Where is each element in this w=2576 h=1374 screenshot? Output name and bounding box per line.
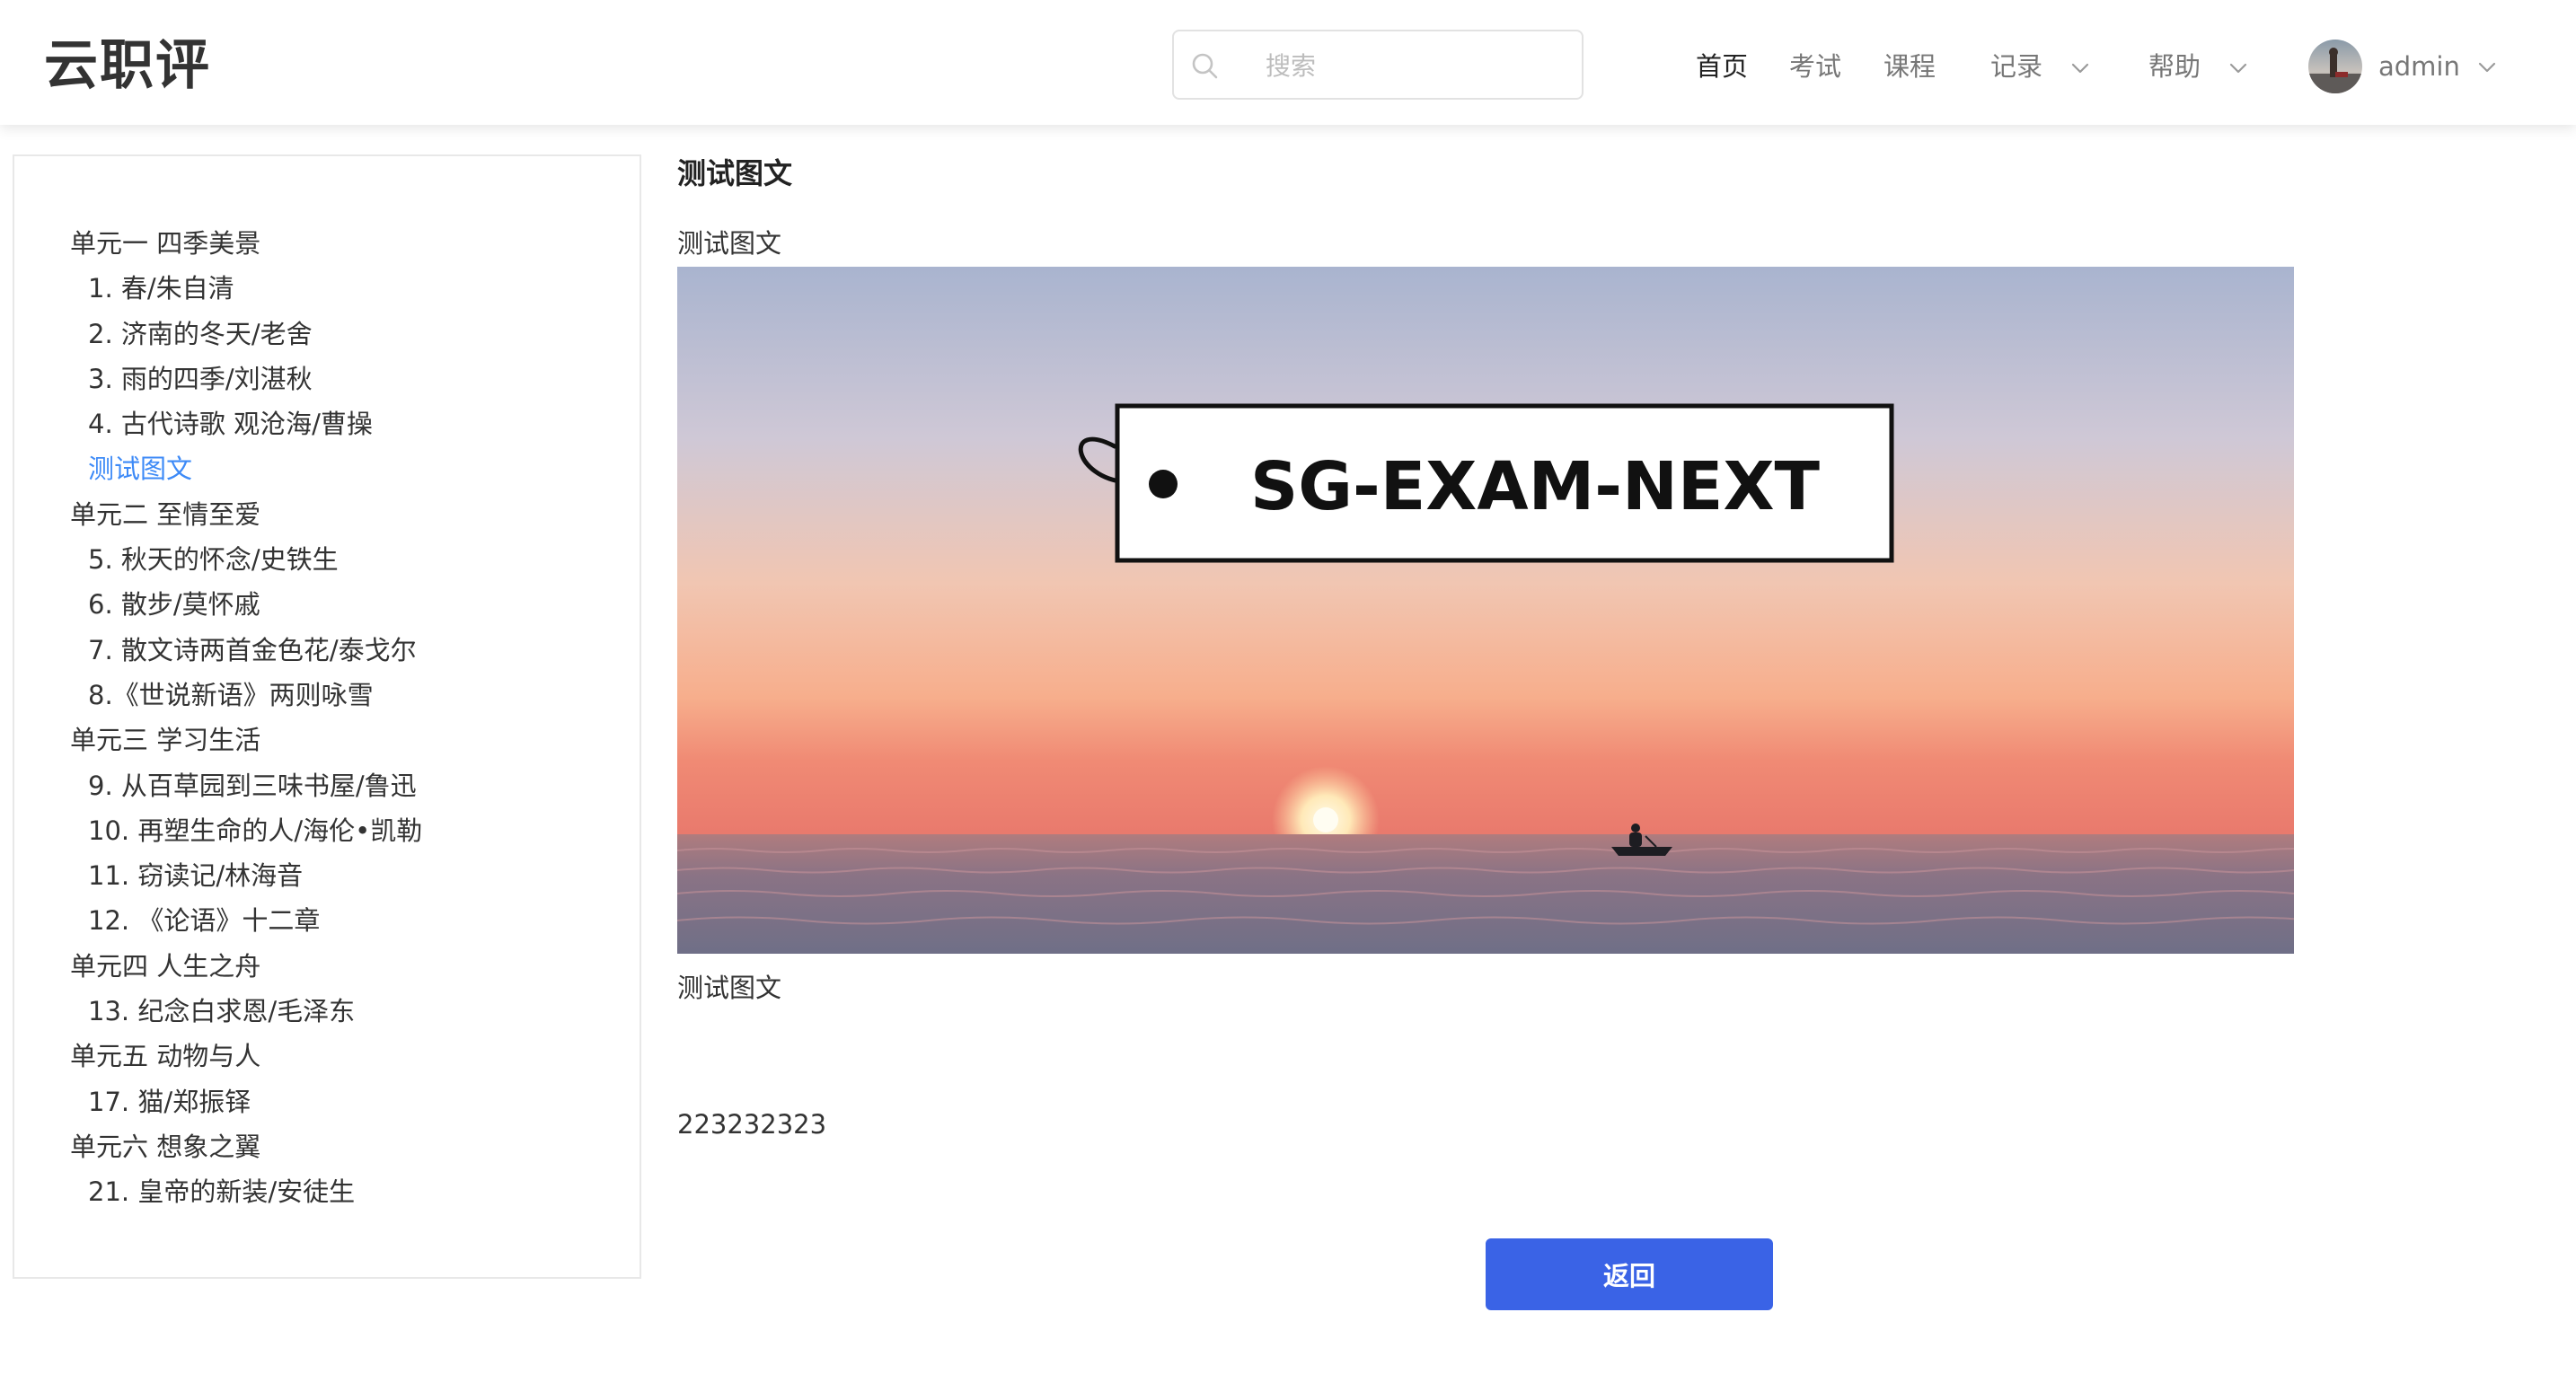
toc-lesson[interactable]: 21. 皇帝的新装/安徒生 [70, 1169, 422, 1214]
toc-chapter[interactable]: 单元五 动物与人 [70, 1034, 422, 1079]
toc-lesson[interactable]: 5. 秋天的怀念/史铁生 [70, 537, 422, 582]
toc-lesson[interactable]: 11. 窃读记/林海音 [70, 853, 422, 898]
nav-help-dropdown[interactable]: 帮助 [2148, 48, 2248, 84]
toc-chapter[interactable]: 单元四 人生之舟 [70, 944, 422, 989]
nav-exam[interactable]: 考试 [1789, 48, 1841, 84]
top-header: 云职评 首页 考试 课程 记录 帮助 [0, 0, 2576, 125]
sunset-illustration: SG-EXAM-NEXT [677, 267, 2294, 954]
banner-text: SG-EXAM-NEXT [1250, 448, 1821, 525]
nav-home[interactable]: 首页 [1696, 48, 1748, 84]
toc-lesson-current[interactable]: 测试图文 [70, 446, 422, 491]
toc-chapter[interactable]: 单元二 至情至爱 [70, 492, 422, 537]
search-box[interactable] [1172, 30, 1584, 100]
toc-lesson[interactable]: 12. 《论语》十二章 [70, 898, 422, 943]
username: admin [2378, 51, 2460, 82]
banner-image: SG-EXAM-NEXT [677, 267, 2294, 954]
nav-exam-label: 考试 [1789, 51, 1842, 82]
nav-course-label: 课程 [1883, 51, 1936, 82]
app-logo[interactable]: 云职评 [44, 32, 211, 99]
toc-lesson[interactable]: 2. 济南的冬天/老舍 [70, 312, 422, 357]
chevron-down-icon [2478, 62, 2496, 73]
toc-lesson[interactable]: 6. 散步/莫怀戚 [70, 582, 422, 627]
toc-chapter[interactable]: 单元三 学习生活 [70, 718, 422, 762]
user-menu[interactable]: admin [2308, 40, 2506, 93]
search-input[interactable] [1264, 40, 1564, 91]
tag-label: SG-EXAM-NEXT [1078, 403, 1894, 563]
toc-lesson[interactable]: 1. 春/朱自清 [70, 266, 422, 311]
toc-chapter[interactable]: 单元六 想象之翼 [70, 1124, 422, 1169]
toc-lesson[interactable]: 8.《世说新语》两则咏雪 [70, 673, 422, 718]
toc-lesson[interactable]: 13. 纪念白求恩/毛泽东 [70, 989, 422, 1034]
avatar-image [2308, 40, 2362, 93]
lesson-title: 测试图文 [677, 156, 793, 190]
nav-records-dropdown[interactable]: 记录 [1990, 48, 2090, 84]
search-icon [1192, 53, 1218, 79]
toc-lesson[interactable]: 4. 古代诗歌 观沧海/曹操 [70, 401, 422, 446]
nav-records-label: 记录 [1990, 51, 2043, 82]
toc-lesson[interactable]: 9. 从百草园到三味书屋/鲁迅 [70, 763, 422, 808]
toc-lesson[interactable]: 10. 再塑生命的人/海伦•凯勒 [70, 808, 422, 853]
table-of-contents: 单元一 四季美景 1. 春/朱自清 2. 济南的冬天/老舍 3. 雨的四季/刘湛… [70, 221, 422, 1215]
nav-home-label: 首页 [1696, 51, 1749, 82]
lesson-paragraph: 测试图文 [677, 228, 782, 259]
nav-course[interactable]: 课程 [1883, 48, 1936, 84]
toc-lesson[interactable]: 17. 猫/郑振铎 [70, 1079, 422, 1124]
back-button[interactable]: 返回 [1486, 1238, 1773, 1310]
toc-lesson[interactable]: 7. 散文诗两首金色花/泰戈尔 [70, 628, 422, 673]
toc-lesson[interactable]: 3. 雨的四季/刘湛秋 [70, 357, 422, 401]
lesson-paragraph: 223232323 [677, 1109, 827, 1140]
avatar[interactable] [2308, 40, 2362, 93]
chevron-down-icon [2072, 63, 2089, 74]
table-of-contents-panel: 单元一 四季美景 1. 春/朱自清 2. 济南的冬天/老舍 3. 雨的四季/刘湛… [13, 154, 641, 1279]
lesson-paragraph: 测试图文 [677, 973, 782, 1003]
chevron-down-icon [2230, 63, 2247, 74]
toc-chapter[interactable]: 单元一 四季美景 [70, 221, 422, 266]
nav-help-label: 帮助 [2148, 51, 2201, 82]
